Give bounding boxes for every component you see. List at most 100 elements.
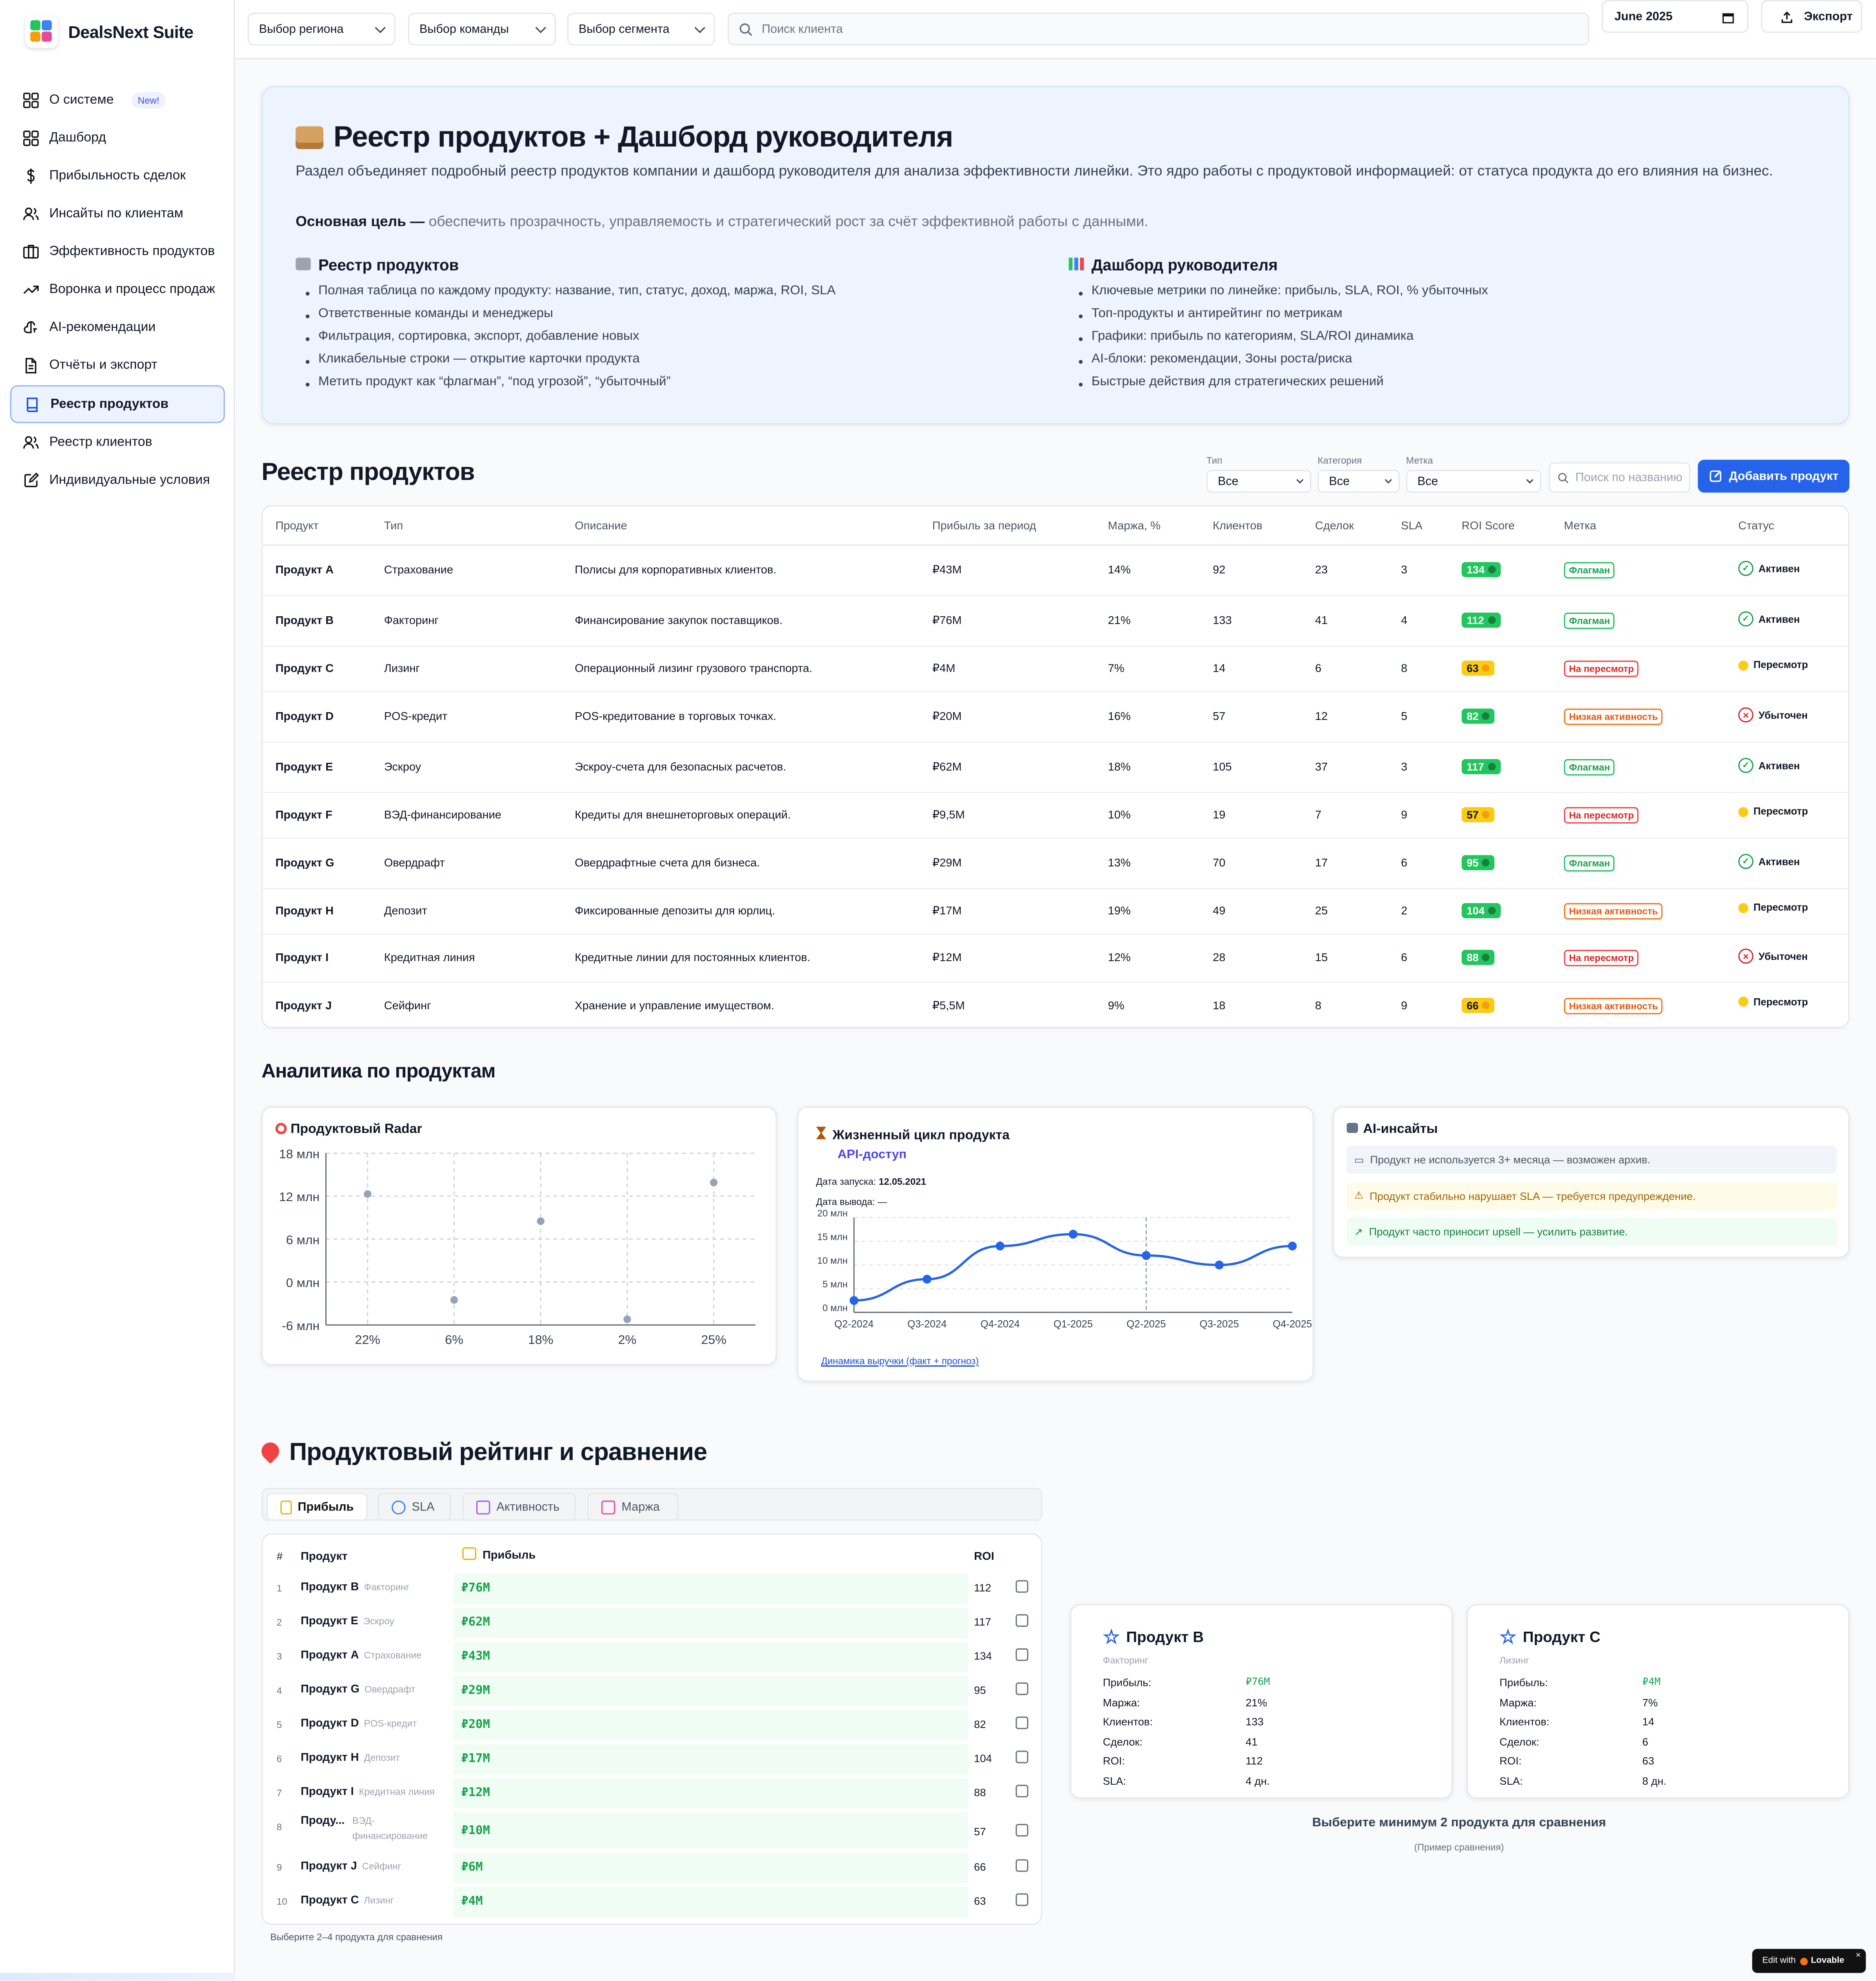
column-header[interactable]: Продукт [276,519,319,532]
column-header[interactable]: Описание [575,519,627,532]
ranking-row[interactable]: 9 Продукт J Сейфинг ₽6M 66 [263,1850,1041,1884]
table-row[interactable]: Продукт G Овердрафт Овердрафтные счета для… [262,839,1848,889]
column-header[interactable]: Сделок [1315,519,1354,532]
tag-badge[interactable]: На пересмотр [1564,807,1639,824]
type-filter-select[interactable]: Все [1206,470,1311,493]
tag-badge[interactable]: Флагман [1564,855,1615,872]
date-picker[interactable]: June 2025 [1602,0,1749,33]
compare-checkbox[interactable] [1016,1716,1029,1729]
tab-sla[interactable]: SLA [378,1493,451,1521]
table-row[interactable]: Продукт F ВЭД-финансирование Кредиты для в… [262,793,1848,839]
column-header[interactable]: ROI Score [1462,519,1515,532]
ranking-row[interactable]: 7 Продукт I Кредитная линия ₽12M 88 [263,1776,1041,1810]
ranking-row[interactable]: 8 Проду... ВЭД-финансирование ₽10M 57 [263,1810,1041,1850]
compare-checkbox[interactable] [1016,1682,1029,1695]
table-row[interactable]: Продукт D POS-кредит POS-кредитование в то… [262,692,1848,743]
table-row[interactable]: Продукт E Эскроу Эскроу-счета для безопасн… [262,743,1848,793]
tag-badge[interactable]: Флагман [1564,759,1615,776]
sidebar-item[interactable]: Реестр продуктов [10,385,225,423]
compare-card[interactable]: ☆ Продукт C Лизинг Прибыль: ₽4M Маржа: 7% Клиен… [1467,1604,1849,1799]
scatter-point[interactable] [537,1217,545,1225]
column-header[interactable]: Прибыль за период [932,519,1036,532]
line-point[interactable] [922,1275,931,1284]
tab-margin[interactable]: Маржа [587,1493,678,1521]
ranking-row[interactable]: 6 Продукт H Депозит ₽17M 104 [263,1742,1041,1776]
table-row[interactable]: Продукт H Депозит Фиксированные депозиты д… [262,889,1848,935]
tag-badge[interactable]: Низкая активность [1564,997,1663,1014]
sidebar-item[interactable]: AI-рекомендации [10,308,225,346]
compare-checkbox[interactable] [1016,1893,1029,1906]
ranking-row[interactable]: 3 Продукт A Страхование ₽43M 134 [263,1639,1041,1673]
line-point[interactable] [1288,1241,1297,1250]
line-point[interactable] [849,1296,858,1305]
product-search-input[interactable]: Поиск по названию [1549,462,1690,493]
compare-checkbox[interactable] [1016,1824,1029,1837]
ranking-row[interactable]: 1 Продукт B Факторинг ₽76M 112 [263,1571,1041,1605]
tab-profit[interactable]: Прибыль [267,1493,368,1521]
column-header[interactable]: Маржа, % [1108,519,1160,532]
compare-checkbox[interactable] [1016,1750,1029,1763]
compare-checkbox[interactable] [1016,1614,1029,1627]
column-header[interactable]: Клиентов [1213,519,1263,532]
category-filter-select[interactable]: Все [1317,470,1400,493]
sidebar-item[interactable]: Индивидуальные условия [10,461,225,499]
tag-filter-select[interactable]: Все [1406,470,1541,493]
sidebar-item[interactable]: Прибыльность сделок [10,157,225,195]
line-point[interactable] [1142,1251,1151,1260]
tab-activity[interactable]: Активность [462,1493,576,1521]
column-header[interactable]: Статус [1738,519,1774,532]
team-select[interactable]: Выбор команды [408,12,556,46]
sidebar-item[interactable]: Воронка и процесс продаж [10,270,225,308]
sidebar-item[interactable]: Дашборд [10,119,225,157]
sidebar-scrollbar[interactable] [0,1973,235,1981]
add-product-label: Добавить продукт [1729,469,1839,483]
revenue-dynamics-link[interactable]: Динамика выручки (факт + прогноз) [821,1355,979,1367]
table-row[interactable]: Продукт J Сейфинг Хранение и управление им… [262,983,1848,1030]
line-point[interactable] [1069,1230,1078,1239]
y-tick-label: 10 млн [817,1255,848,1266]
table-row[interactable]: Продукт B Факторинг Финансирование закупок… [262,596,1848,647]
book-icon [296,258,311,271]
compare-checkbox[interactable] [1016,1785,1029,1798]
sidebar-item[interactable]: Реестр клиентов [10,423,225,461]
segment-select[interactable]: Выбор сегмента [567,12,715,46]
table-row[interactable]: Продукт C Лизинг Операционный лизинг грузо… [262,647,1848,693]
sidebar-item[interactable]: О системе New! [10,81,225,119]
scatter-point[interactable] [364,1190,371,1198]
scatter-point[interactable] [450,1296,458,1304]
ranking-row[interactable]: 4 Продукт G Овердрафт ₽29M 95 [263,1674,1041,1708]
tag-badge[interactable]: Низкая активность [1564,903,1663,920]
tag-badge[interactable]: Флагман [1564,562,1615,579]
sidebar-item[interactable]: Инсайты по клиентам [10,195,225,233]
tag-badge[interactable]: На пересмотр [1564,950,1639,966]
column-header[interactable]: SLA [1401,519,1423,532]
column-header[interactable]: Метка [1564,519,1596,532]
cell-clients: 19 [1213,808,1226,821]
tag-badge[interactable]: Флагман [1564,613,1615,629]
close-icon[interactable]: × [1856,1952,1861,1961]
ranking-row[interactable]: 10 Продукт C Лизинг ₽4M 63 [263,1885,1041,1919]
scatter-point[interactable] [623,1315,631,1323]
tag-badge[interactable]: На пересмотр [1564,660,1639,677]
line-point[interactable] [1215,1260,1224,1270]
region-select[interactable]: Выбор региона [247,12,396,46]
client-search-input[interactable]: Поиск клиента [727,12,1589,46]
compare-card[interactable]: ☆ Продукт B Факторинг Прибыль: ₽76M Маржа: 21%… [1070,1604,1453,1799]
line-point[interactable] [996,1241,1005,1250]
sidebar-item[interactable]: Эффективность продуктов [10,232,225,270]
scatter-point[interactable] [710,1179,718,1186]
column-header[interactable]: Тип [384,519,403,532]
lovable-badge[interactable]: Edit with Lovable × [1752,1949,1866,1973]
ranking-row[interactable]: 2 Продукт E Эскроу ₽62M 117 [263,1606,1041,1639]
export-button[interactable]: Экспорт [1761,0,1862,33]
tag-badge[interactable]: Низкая активность [1564,708,1663,725]
table-row[interactable]: Продукт A Страхование Полисы для корпорати… [262,546,1848,596]
table-row[interactable]: Продукт I Кредитная линия Кредитные линии … [262,935,1848,983]
add-product-button[interactable]: Добавить продукт [1698,460,1849,493]
app-logo[interactable]: DealsNext Suite [25,15,193,48]
compare-checkbox[interactable] [1016,1859,1029,1872]
compare-checkbox[interactable] [1016,1580,1029,1593]
compare-checkbox[interactable] [1016,1648,1029,1661]
ranking-row[interactable]: 5 Продукт D POS-кредит ₽20M 82 [263,1708,1041,1741]
sidebar-item[interactable]: Отчёты и экспорт [10,346,225,384]
